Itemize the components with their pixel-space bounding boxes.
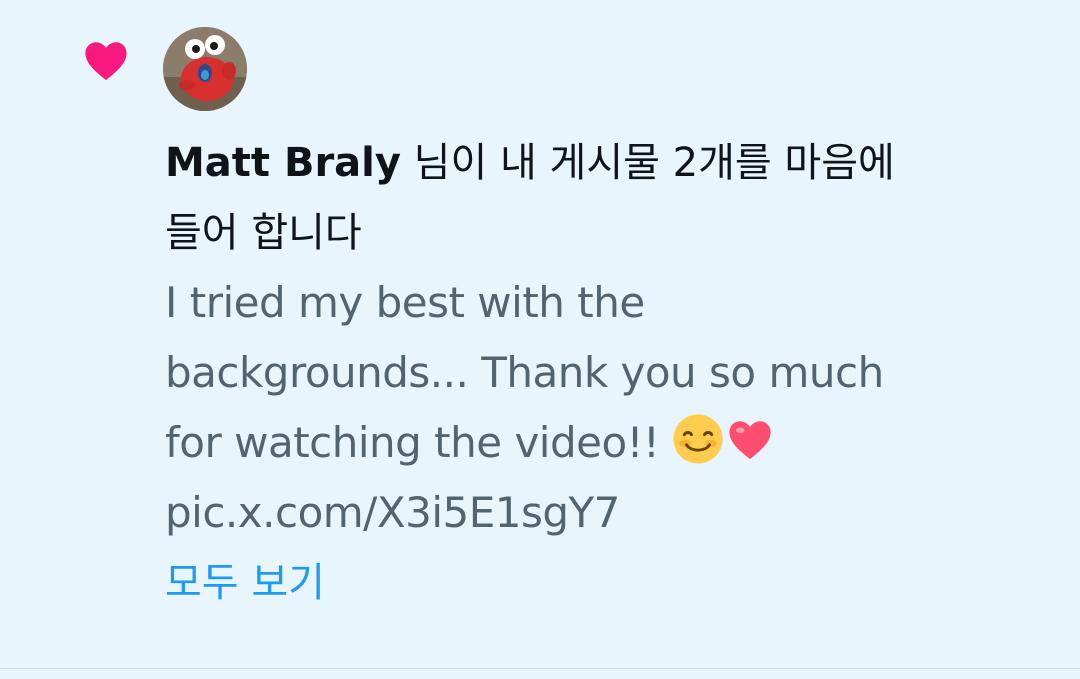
post-link[interactable]: pic.x.com/X3i5E1sgY7 [165,478,1045,548]
action-text-line2: 들어 합니다 [165,210,362,256]
heart-icon [85,42,127,81]
view-all-link[interactable]: 모두 보기 [165,548,1045,618]
post-text-line-content: for watching the video!! [165,418,660,467]
avatar-image [163,27,247,111]
smiling-face-icon [673,414,723,464]
divider [0,668,1080,669]
action-text-line1: 님이 내 게시물 2개를 마음에 [400,140,895,186]
post-text-line: for watching the video!! [165,408,1045,478]
red-heart-icon [729,421,771,460]
notification-headline: Matt Braly 님이 내 게시물 2개를 마음에 들어 합니다 [165,128,1045,268]
avatar[interactable] [163,27,247,111]
post-text-line: I tried my best with the [165,278,645,327]
actor-name[interactable]: Matt Braly [165,140,401,186]
notification-content: Matt Braly 님이 내 게시물 2개를 마음에 들어 합니다 I tri… [165,128,1045,618]
post-text: I tried my best with the backgrounds... … [165,268,1045,548]
like-notification[interactable]: Matt Braly 님이 내 게시물 2개를 마음에 들어 합니다 I tri… [0,0,1080,668]
post-text-line: backgrounds... Thank you so much [165,348,884,397]
